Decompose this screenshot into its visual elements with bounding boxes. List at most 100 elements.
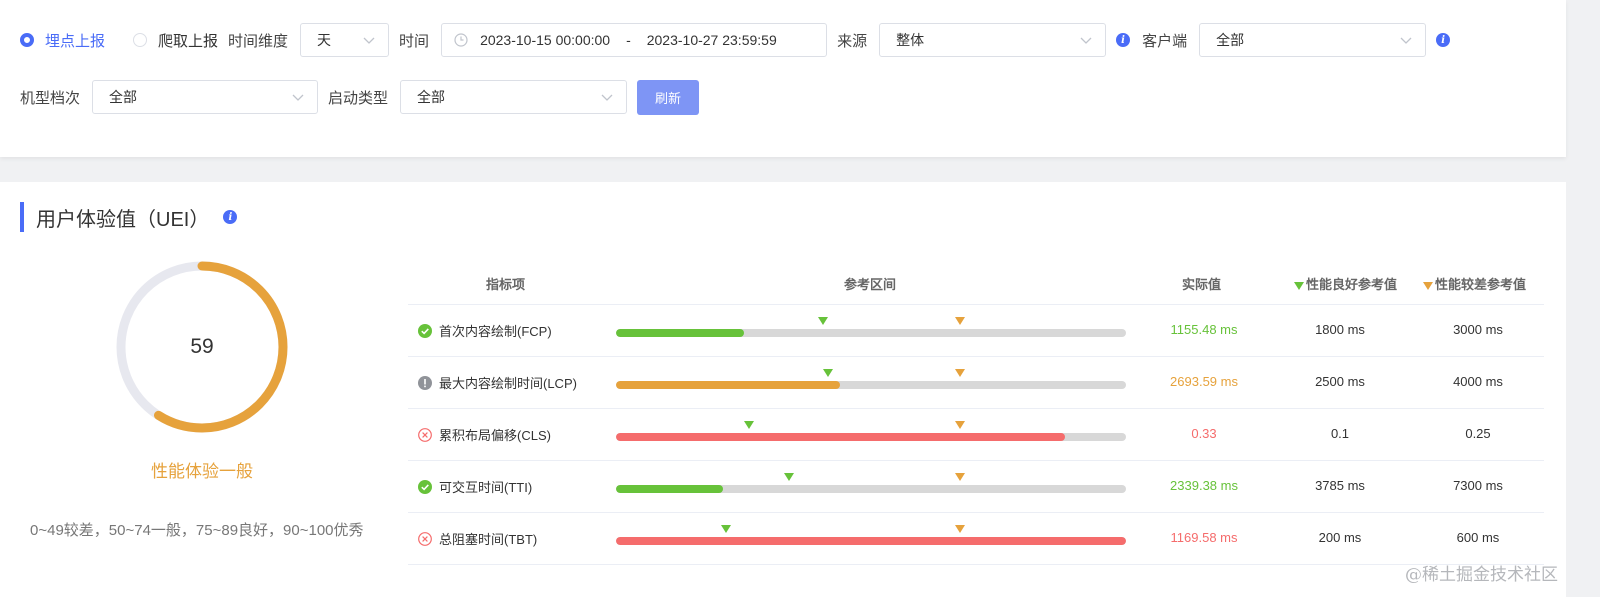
table-row: 总阻塞时间(TBT) 1169.58 ms 200 ms 600 ms	[408, 513, 1544, 565]
uei-score: 59	[190, 335, 214, 358]
check-circle-icon	[418, 323, 439, 338]
good-reference-value: 2500 ms	[1315, 374, 1365, 389]
info-icon[interactable]: i	[1116, 33, 1131, 47]
good-threshold-marker	[720, 525, 731, 533]
bad-reference-value: 0.25	[1465, 426, 1491, 441]
metric-name-text: 累积布局偏移(CLS)	[439, 428, 551, 443]
bad-threshold-marker	[955, 317, 966, 325]
chevron-down-icon	[1080, 37, 1092, 44]
source-select[interactable]: 整体	[879, 23, 1107, 57]
reference-range-bar	[616, 421, 1126, 449]
bad-threshold-marker	[955, 369, 966, 377]
device-tier-select[interactable]: 全部	[92, 80, 319, 114]
reference-range-bar	[616, 369, 1126, 397]
title-accent-bar	[20, 202, 24, 232]
chevron-down-icon	[292, 94, 304, 101]
bad-reference-value: 7300 ms	[1453, 478, 1503, 493]
good-threshold-marker	[743, 421, 754, 429]
bar-track	[616, 537, 1126, 545]
radio-label: 爬取上报	[158, 32, 219, 50]
launch-type-select[interactable]: 全部	[400, 80, 628, 114]
good-reference-value: 200 ms	[1318, 530, 1362, 545]
source-value: 整体	[896, 32, 925, 48]
watermark: @稀土掘金技术社区	[1405, 565, 1558, 585]
good-reference-value: 1800 ms	[1315, 322, 1365, 337]
header-actual: 实际值	[1182, 277, 1222, 292]
bad-threshold-marker	[955, 421, 966, 429]
bad-reference-value: 600 ms	[1456, 530, 1500, 545]
bad-threshold-marker	[955, 473, 966, 481]
device-tier-label: 机型档次	[20, 89, 81, 107]
time-dimension-select[interactable]: 天	[300, 23, 390, 57]
reference-range-bar	[616, 317, 1126, 345]
date-start[interactable]: 2023-10-15 00:00:00	[480, 32, 610, 48]
info-icon[interactable]: i	[1436, 33, 1451, 47]
refresh-button[interactable]: 刷新	[637, 79, 700, 115]
header-metric: 指标项	[486, 277, 526, 292]
radio-dot[interactable]	[20, 33, 34, 47]
radio-dot[interactable]	[133, 33, 148, 47]
table-row: 累积布局偏移(CLS) 0.33 0.1 0.25	[408, 409, 1544, 461]
metric-name: 可交互时间(TTI)	[418, 477, 532, 496]
date-range-picker[interactable]: 2023-10-15 00:00:00 - 2023-10-27 23:59:5…	[441, 23, 828, 57]
filter-panel: 埋点上报 爬取上报 时间维度 天 时间 2023-10-15 00:00:00 …	[0, 0, 1566, 157]
bar-fill	[616, 433, 1065, 441]
metrics-table: 指标项 参考区间 实际值 性能良好参考值 性能较差参考值 首次内容绘制(FCP)…	[408, 262, 1544, 565]
bar-fill	[616, 537, 1126, 545]
header-good-ref: 性能良好参考值	[1294, 274, 1397, 293]
uei-status: 性能体验一般	[151, 462, 253, 481]
radio-tracking-report[interactable]: 埋点上报	[20, 30, 105, 51]
metric-name-text: 最大内容绘制时间(LCP)	[439, 376, 577, 391]
table-row: 最大内容绘制时间(LCP) 2693.59 ms 2500 ms 4000 ms	[408, 357, 1544, 409]
bad-threshold-marker	[955, 525, 966, 533]
time-label: 时间	[399, 32, 430, 50]
actual-value: 1155.48 ms	[1170, 322, 1238, 337]
filter-row-1: 埋点上报 爬取上报 时间维度 天 时间 2023-10-15 00:00:00 …	[20, 22, 1462, 58]
header-good-ref-text: 性能良好参考值	[1306, 277, 1398, 292]
table-header: 指标项 参考区间 实际值 性能良好参考值 性能较差参考值	[408, 262, 1544, 305]
metric-name: 累积布局偏移(CLS)	[418, 425, 551, 444]
metric-name: 最大内容绘制时间(LCP)	[418, 373, 577, 392]
time-dimension-label: 时间维度	[228, 32, 289, 50]
good-triangle-icon	[1294, 281, 1304, 290]
reference-range-bar	[616, 525, 1126, 553]
clock-icon	[454, 33, 468, 47]
good-threshold-marker	[784, 473, 795, 481]
reference-range-bar	[616, 473, 1126, 501]
good-threshold-marker	[817, 317, 828, 325]
filter-row-2: 机型档次 全部 启动类型 全部 刷新	[20, 79, 700, 115]
date-separator: -	[626, 32, 631, 48]
chevron-down-icon	[1400, 37, 1412, 44]
bad-reference-value: 4000 ms	[1453, 374, 1503, 389]
bad-triangle-icon	[1423, 281, 1433, 290]
metric-name: 总阻塞时间(TBT)	[418, 529, 537, 548]
metric-name-text: 首次内容绘制(FCP)	[439, 324, 552, 339]
bar-fill	[616, 381, 841, 389]
info-icon[interactable]: i	[223, 210, 238, 224]
bar-track	[616, 381, 1126, 389]
date-end[interactable]: 2023-10-27 23:59:59	[647, 32, 777, 48]
chevron-down-icon	[363, 37, 375, 44]
uei-score-legend: 0~49较差，50~74一般，75~89良好，90~100优秀	[30, 522, 364, 539]
metric-name-text: 总阻塞时间(TBT)	[439, 532, 538, 547]
client-select[interactable]: 全部	[1199, 23, 1427, 57]
radio-crawl-report[interactable]: 爬取上报	[133, 30, 218, 51]
launch-type-label: 启动类型	[328, 89, 389, 107]
launch-type-value: 全部	[417, 89, 446, 105]
bar-fill	[616, 485, 724, 493]
bar-fill	[616, 329, 744, 337]
bar-track	[616, 433, 1126, 441]
time-dimension-value: 天	[317, 32, 332, 48]
bad-reference-value: 3000 ms	[1453, 322, 1503, 337]
bar-track	[616, 329, 1126, 337]
client-value: 全部	[1216, 32, 1245, 48]
header-bad-ref: 性能较差参考值	[1423, 274, 1526, 293]
good-reference-value: 3785 ms	[1315, 478, 1365, 493]
device-tier-value: 全部	[109, 89, 138, 105]
header-range: 参考区间	[844, 277, 897, 292]
check-circle-icon	[418, 479, 439, 494]
uei-panel: 用户体验值（UEI） i 59 性能体验一般 0~49较差，50~74一般，75…	[0, 182, 1566, 597]
actual-value: 2693.59 ms	[1170, 374, 1238, 389]
x-circle-icon	[418, 531, 439, 546]
good-threshold-marker	[822, 369, 833, 377]
